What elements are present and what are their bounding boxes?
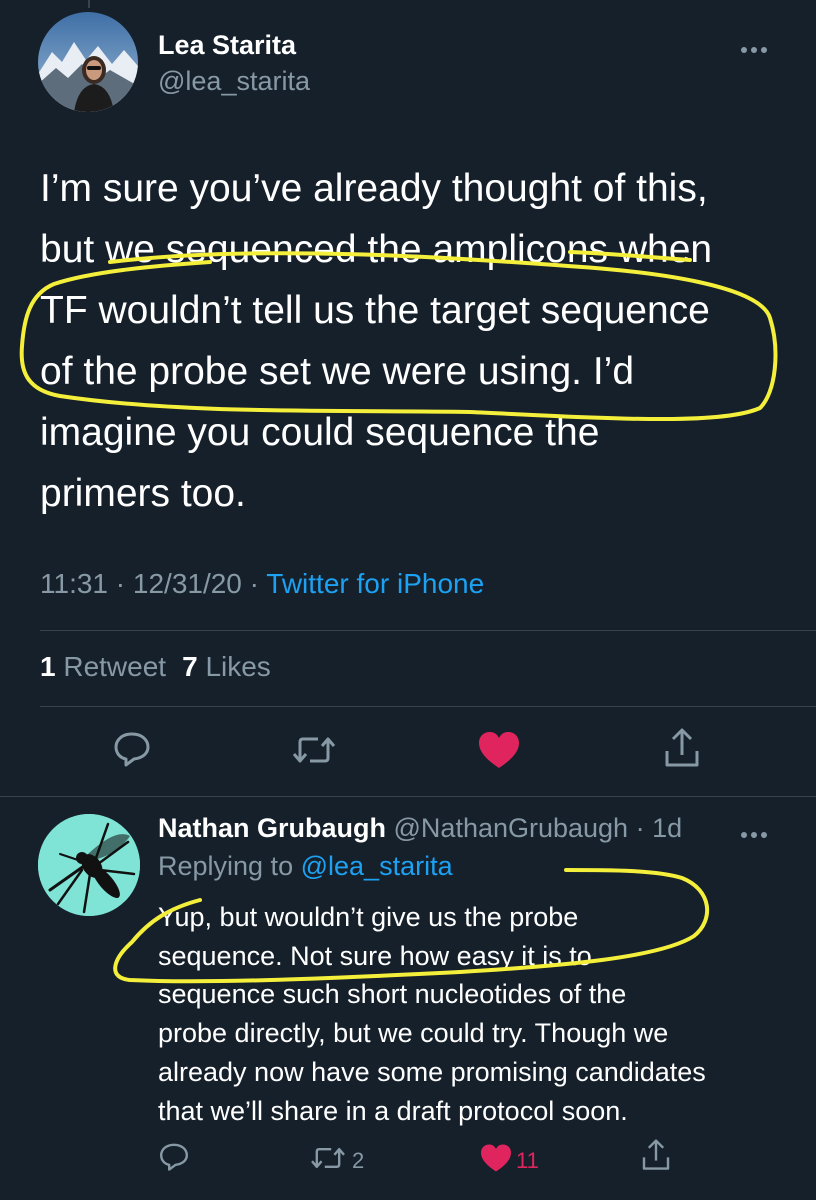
reply-text-line: Yup, but wouldn’t give us the probe [158, 902, 579, 932]
like-icon[interactable] [477, 728, 521, 772]
reply-text: Yup, but wouldn’t give us the probe sequ… [158, 898, 798, 1130]
author-name[interactable]: Nathan Grubaugh [158, 813, 386, 843]
like-count: 7 [182, 651, 198, 682]
meta-separator: · [249, 568, 259, 599]
replying-to-link[interactable]: @lea_starita [301, 851, 453, 881]
retweet-icon[interactable] [308, 1140, 348, 1176]
tweet-metadata: 11:31 · 12/31/20 · Twitter for iPhone [40, 568, 484, 600]
retweet-icon[interactable] [292, 728, 336, 772]
tweet-text: I’m sure you’ve already thought of this,… [40, 158, 780, 524]
tweet-text-line: I’m sure you’ve already thought of this, [40, 167, 708, 210]
reply-text-line: that we’ll share in a draft protocol soo… [158, 1095, 628, 1126]
author-handle[interactable]: @NathanGrubaugh [394, 813, 629, 843]
tweet-date[interactable]: 12/31/20 [133, 568, 242, 599]
reply-text-line: sequence such short nucleotides of the [158, 979, 627, 1010]
reply-text-line: already now have some promising candidat… [158, 1056, 706, 1087]
author-handle[interactable]: @lea_starita [158, 66, 310, 97]
retweet-count: 1 [40, 651, 56, 682]
meta-separator: · [115, 568, 126, 599]
tweet-text-line: TF wouldn’t tell us the target sequence [40, 289, 710, 332]
avatar[interactable] [38, 12, 138, 112]
tweet-text-line: primers too. [40, 472, 246, 515]
reply-text-line: probe directly, but we could try. Though… [158, 1018, 669, 1049]
author-name[interactable]: Lea Starita [158, 30, 296, 61]
more-icon[interactable] [740, 815, 768, 846]
divider [40, 630, 816, 631]
reply-time[interactable]: 1d [652, 813, 682, 843]
reply-header: Nathan Grubaugh @NathanGrubaugh · 1d [158, 813, 683, 843]
tweet-text-line: imagine you could sequence the [40, 411, 600, 454]
reply-retweet-count: 2 [352, 1148, 365, 1173]
replying-to-label: Replying to [158, 851, 294, 881]
tweet-time[interactable]: 11:31 [40, 568, 108, 599]
share-icon[interactable] [638, 1136, 674, 1174]
reply-text-line: sequence. Not sure how easy it is to [158, 940, 592, 971]
divider [40, 706, 816, 707]
avatar[interactable] [38, 814, 140, 916]
like-label: Likes [205, 651, 271, 682]
engagement-stats: 1 Retweet 7 Likes [40, 651, 271, 683]
retweet-label: Retweet [63, 651, 167, 682]
tweet-text-line: of the probe set we were using. I’d [40, 350, 635, 393]
main-tweet: Lea Starita @lea_starita I’m sure you’ve… [0, 0, 816, 798]
tweet-text-line: but we sequenced the amplicons when [40, 228, 713, 271]
reply-icon[interactable] [110, 726, 154, 770]
reply-like-count: 11 [516, 1148, 539, 1173]
share-icon[interactable] [660, 726, 704, 770]
reply-icon[interactable] [156, 1138, 192, 1174]
like-icon[interactable] [478, 1140, 514, 1176]
tweet-source-link[interactable]: Twitter for iPhone [266, 568, 484, 599]
more-icon[interactable] [740, 30, 768, 61]
likes-stat[interactable]: 7 Likes [182, 651, 271, 682]
tweet-separator [0, 796, 816, 797]
retweets-stat[interactable]: 1 Retweet [40, 651, 166, 682]
replying-to: Replying to @lea_starita [158, 851, 453, 882]
